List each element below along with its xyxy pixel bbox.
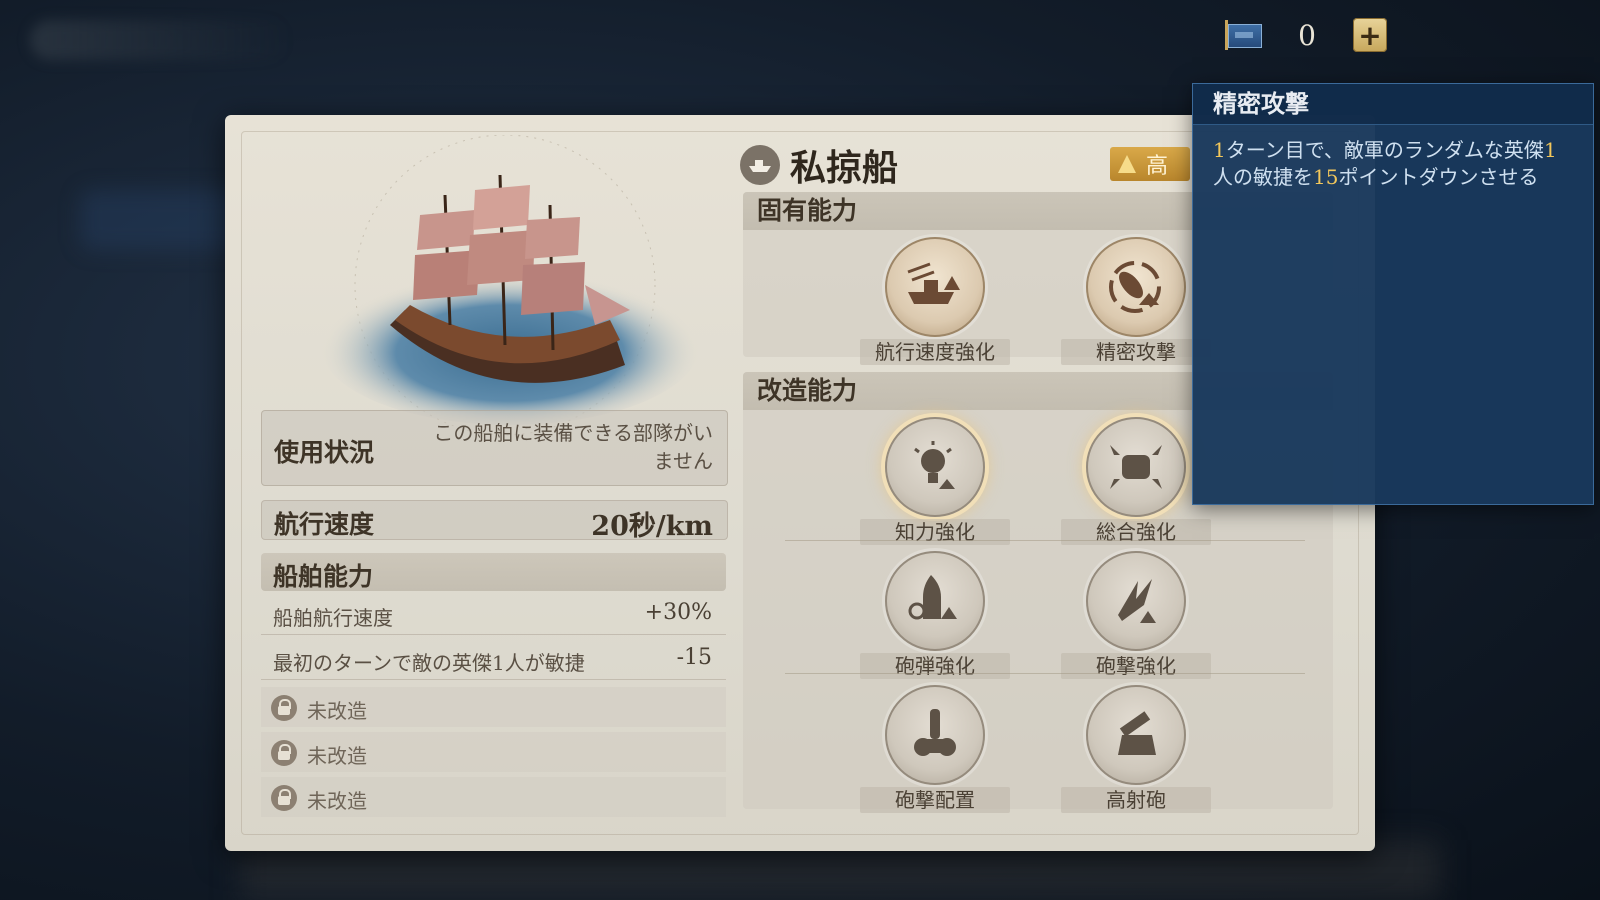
sailing-speed-row: 航行速度 20秒/km bbox=[261, 500, 728, 542]
tooltip-number: 1 bbox=[1543, 138, 1557, 162]
locked-slot[interactable]: 未改造 bbox=[261, 687, 726, 727]
anti-air-gun-icon bbox=[1086, 685, 1186, 785]
usage-value: この船舶に装備できる部隊がいません bbox=[433, 421, 713, 473]
locked-slot-label: 未改造 bbox=[307, 744, 367, 768]
skill-ship-speed[interactable]: 航行速度強化 bbox=[860, 237, 1010, 365]
skill-name: 砲撃配置 bbox=[860, 787, 1010, 813]
locked-slot-label: 未改造 bbox=[307, 699, 367, 723]
background-blur bbox=[30, 20, 290, 60]
divider bbox=[785, 540, 1305, 541]
flag-count: 0 bbox=[1298, 18, 1316, 52]
ship-icon bbox=[740, 145, 780, 185]
skill-name: 砲撃強化 bbox=[1061, 653, 1211, 679]
stat-label: 最初のターンで敵の英傑1人が敏捷 bbox=[273, 651, 585, 675]
skill-name: 総合強化 bbox=[1061, 519, 1211, 545]
usage-label: 使用状況 bbox=[274, 438, 375, 467]
tooltip-number: 1 bbox=[1213, 138, 1226, 162]
rank-icon bbox=[1118, 155, 1136, 173]
shell-icon bbox=[885, 551, 985, 651]
ship-ability-title: 船舶能力 bbox=[273, 562, 374, 591]
skill-anti-air[interactable]: 高射砲 bbox=[1061, 685, 1211, 813]
lightbulb-icon bbox=[885, 417, 985, 517]
stat-value: -15 bbox=[676, 645, 712, 670]
add-button[interactable]: + bbox=[1353, 18, 1387, 52]
tooltip-number: 15 bbox=[1313, 165, 1339, 189]
skill-bombardment[interactable]: 砲撃強化 bbox=[1061, 551, 1211, 679]
skill-cannon-placement[interactable]: 砲撃配置 bbox=[860, 685, 1010, 813]
skill-name: 砲弾強化 bbox=[860, 653, 1010, 679]
ship-ability-header: 船舶能力 bbox=[261, 553, 726, 591]
locked-slot[interactable]: 未改造 bbox=[261, 777, 726, 817]
skill-name: 航行速度強化 bbox=[860, 339, 1010, 365]
locked-slot[interactable]: 未改造 bbox=[261, 732, 726, 772]
stat-value: +30% bbox=[644, 600, 712, 625]
tooltip-text: ポイントダウンさせる bbox=[1338, 165, 1539, 189]
lock-icon bbox=[271, 695, 297, 721]
stat-row: 船舶航行速度 +30% bbox=[261, 594, 726, 635]
lock-icon bbox=[271, 740, 297, 766]
stat-row: 最初のターンで敵の英傑1人が敏捷 -15 bbox=[261, 639, 726, 680]
ship-name: 私掠船 bbox=[790, 147, 899, 189]
speed-label: 航行速度 bbox=[274, 510, 375, 539]
skill-shell[interactable]: 砲弾強化 bbox=[860, 551, 1010, 679]
skill-name: 高射砲 bbox=[1061, 787, 1211, 813]
fist-icon bbox=[1086, 417, 1186, 517]
usage-status: 使用状況 この船舶に装備できる部隊がいません bbox=[261, 410, 728, 486]
lock-icon bbox=[271, 785, 297, 811]
tooltip-text: 人の敏捷を bbox=[1213, 165, 1313, 189]
skill-tooltip: 精密攻撃 1ターン目で、敵軍のランダムな英傑1 人の敏捷を15ポイントダウンさせる bbox=[1192, 83, 1594, 505]
ship-illustration bbox=[320, 135, 700, 436]
skill-precision-attack[interactable]: 精密攻撃 bbox=[1061, 237, 1211, 365]
tooltip-title: 精密攻撃 bbox=[1193, 84, 1593, 125]
tooltip-text: ターン目で、敵軍のランダムな英傑 bbox=[1225, 138, 1544, 162]
tooltip-description: 1ターン目で、敵軍のランダムな英傑1 人の敏捷を15ポイントダウンさせる bbox=[1193, 125, 1593, 203]
rank-label: 高 bbox=[1146, 154, 1169, 179]
stat-label: 船舶航行速度 bbox=[273, 606, 393, 630]
skill-name: 知力強化 bbox=[860, 519, 1010, 545]
locked-slot-label: 未改造 bbox=[307, 789, 367, 813]
skill-overall[interactable]: 総合強化 bbox=[1061, 417, 1211, 545]
rank-badge: 高 bbox=[1110, 147, 1190, 181]
speed-value: 20秒/km bbox=[591, 511, 713, 542]
cannon-icon bbox=[885, 685, 985, 785]
blue-flag-icon bbox=[1225, 20, 1262, 50]
ship-speed-icon bbox=[885, 237, 985, 337]
divider bbox=[785, 673, 1305, 674]
precision-attack-icon bbox=[1086, 237, 1186, 337]
resource-bar: 0 + bbox=[1225, 14, 1387, 56]
skill-name: 精密攻撃 bbox=[1061, 339, 1211, 365]
explosion-icon bbox=[1086, 551, 1186, 651]
skill-intelligence[interactable]: 知力強化 bbox=[860, 417, 1010, 545]
